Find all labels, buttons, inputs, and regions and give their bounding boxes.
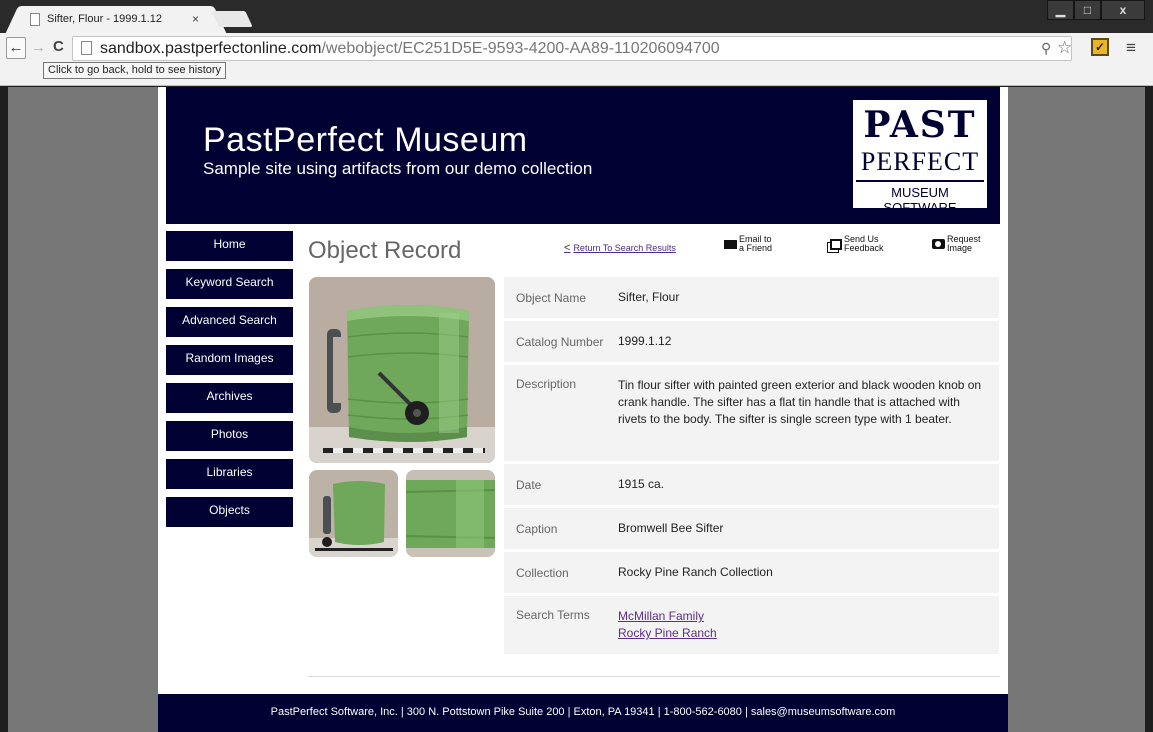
pastperfect-logo[interactable]: PAST PERFECT MUSEUM SOFTWARE [850, 97, 990, 215]
window-controls: ▁ □ x [1047, 0, 1145, 20]
nav-libraries[interactable]: Libraries [166, 459, 293, 489]
nav-advanced-search[interactable]: Advanced Search [166, 307, 293, 337]
arrow-right-icon: → [31, 39, 46, 56]
field-label: Date [516, 477, 542, 492]
field-value: Rocky Pine Ranch Collection [618, 565, 773, 579]
nav-keyword-search[interactable]: Keyword Search [166, 269, 293, 299]
camera-icon [932, 239, 945, 249]
url-host: sandbox.pastperfectonline.com [100, 40, 322, 57]
object-thumbnail-1[interactable] [309, 470, 398, 557]
field-label: Description [516, 377, 577, 391]
field-label: Caption [516, 521, 558, 536]
envelope-icon [724, 239, 737, 249]
site-subtitle: Sample site using artifacts from our dem… [203, 159, 593, 178]
send-feedback-button[interactable]: Send Us Feedback [830, 235, 884, 253]
record-row-collection: Collection Rocky Pine Ranch Collection [504, 552, 999, 593]
back-tooltip: Click to go back, hold to see history [43, 62, 227, 79]
address-bar[interactable]: sandbox.pastperfectonline.com/webobject/… [72, 36, 1072, 61]
field-label: Collection [516, 565, 569, 580]
nav-objects[interactable]: Objects [166, 497, 293, 527]
star-icon[interactable]: ☆ [1057, 38, 1072, 58]
footer-contact-text: PastPerfect Software, Inc. | 300 N. Pott… [270, 706, 896, 718]
request-line2: Image [947, 243, 973, 253]
search-term-link[interactable]: McMillan Family [618, 608, 983, 625]
record-actions: < Return To Search Results Email to a Frie… [558, 233, 990, 263]
minimize-button[interactable]: ▁ [1047, 0, 1074, 20]
close-window-button[interactable]: x [1101, 0, 1145, 20]
logo-line-perfect: PERFECT [860, 147, 980, 176]
browser-titlebar: Sifter, Flour - 1999.1.12 × ▁ □ x [0, 0, 1153, 33]
page-icon [30, 13, 40, 26]
return-to-search-link[interactable]: < Return To Search Results [564, 242, 676, 254]
search-icon[interactable]: ⚲ [1041, 40, 1051, 57]
site-container: PastPerfect Museum Sample site using art… [158, 87, 1008, 732]
back-button[interactable]: ← [6, 37, 26, 59]
field-value: 1999.1.12 [618, 334, 672, 348]
logo-divider [856, 180, 984, 182]
chevron-left-icon: < [564, 242, 571, 254]
field-value: Tin flour sifter with painted green exte… [618, 378, 982, 426]
email-line2: a Friend [739, 243, 773, 253]
return-link-label: Return To Search Results [573, 243, 676, 253]
email-friend-button[interactable]: Email to a Friend [724, 235, 772, 253]
record-row-caption: Caption Bromwell Bee Sifter [504, 508, 999, 549]
nav-home[interactable]: Home [166, 231, 293, 261]
extension-icon[interactable]: ✓ [1091, 38, 1109, 56]
field-label: Catalog Number [516, 334, 604, 349]
object-record-table: Object Name Sifter, Flour Catalog Number… [504, 277, 999, 657]
object-main-image[interactable] [309, 277, 495, 463]
url-path: /webobject/EC251D5E-9593-4200-AA89-11020… [321, 40, 720, 57]
logo-line-past: PAST [863, 104, 977, 146]
feedback-line2: Feedback [844, 243, 884, 253]
request-image-button[interactable]: Request Image [932, 235, 981, 253]
reload-button[interactable]: C [53, 38, 64, 55]
field-value: 1915 ca. [618, 477, 665, 491]
side-navigation: Home Keyword Search Advanced Search Rand… [166, 231, 293, 535]
field-label: Object Name [516, 290, 587, 305]
page-icon [81, 41, 92, 55]
nav-photos[interactable]: Photos [166, 421, 293, 451]
search-term-link[interactable]: Rocky Pine Ranch [618, 625, 983, 642]
footer-divider [308, 676, 1000, 677]
record-row-search-terms: Search Terms McMillan Family Rocky Pine … [504, 596, 999, 654]
reload-icon: C [53, 38, 64, 55]
record-row-catalog-number: Catalog Number 1999.1.12 [504, 321, 999, 362]
tab-close-icon[interactable]: × [192, 12, 199, 26]
arrow-left-icon: ← [8, 39, 24, 56]
object-thumbnail-2[interactable] [406, 470, 495, 557]
record-row-date: Date 1915 ca. [504, 464, 999, 505]
forward-button[interactable]: → [31, 39, 46, 56]
feedback-icon [830, 238, 842, 250]
field-value: Sifter, Flour [618, 290, 680, 304]
record-row-description: Description Tin flour sifter with painte… [504, 365, 999, 461]
site-header: PastPerfect Museum Sample site using art… [166, 87, 1000, 224]
page-viewport: PastPerfect Museum Sample site using art… [8, 87, 1145, 732]
tab-title: Sifter, Flour - 1999.1.12 [47, 13, 162, 25]
nav-random-images[interactable]: Random Images [166, 345, 293, 375]
nav-archives[interactable]: Archives [166, 383, 293, 413]
field-label: Search Terms [516, 608, 590, 622]
hamburger-menu-icon[interactable]: ≡ [1126, 38, 1136, 58]
field-value: Bromwell Bee Sifter [618, 521, 724, 535]
url-text[interactable]: sandbox.pastperfectonline.com/webobject/… [100, 40, 720, 58]
logo-line-software: MUSEUM SOFTWARE [883, 185, 957, 215]
page-title: Object Record [308, 237, 462, 264]
new-tab-button[interactable] [211, 11, 253, 27]
site-footer: PastPerfect Software, Inc. | 300 N. Pott… [158, 694, 1008, 732]
browser-tab[interactable]: Sifter, Flour - 1999.1.12 × [22, 6, 210, 33]
site-title: PastPerfect Museum [203, 121, 528, 159]
maximize-button[interactable]: □ [1074, 0, 1101, 20]
record-row-object-name: Object Name Sifter, Flour [504, 277, 999, 318]
search-terms-list: McMillan Family Rocky Pine Ranch [618, 608, 999, 654]
